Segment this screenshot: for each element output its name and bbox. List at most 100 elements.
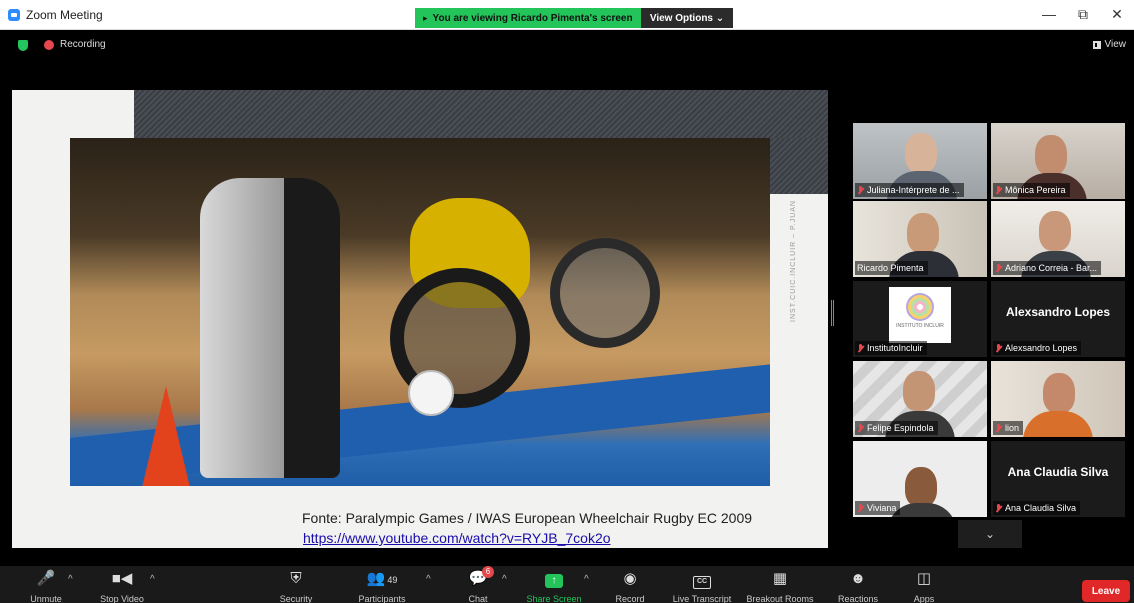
security-label: Security: [279, 594, 313, 603]
participant-display-name: Ana Claudia Silva: [1007, 465, 1109, 479]
share-screen-icon: ↑: [514, 570, 594, 588]
participant-name-tag: Adriano Correia - Bar...: [993, 261, 1102, 275]
view-button[interactable]: View: [1092, 39, 1126, 50]
closed-caption-icon: CC: [662, 570, 742, 589]
leave-button[interactable]: Leave: [1082, 580, 1130, 602]
participant-name-tag: lion: [993, 421, 1024, 435]
viewing-banner-text: You are viewing Ricardo Pimenta's screen: [432, 12, 633, 24]
meeting-toolbar: 🎤 Unmute ^ ■◀ Stop Video ^ ⛨ Security 👥 4…: [0, 566, 1134, 603]
mic-muted-icon: [995, 343, 1002, 353]
close-button[interactable]: ✕: [1108, 6, 1126, 23]
mic-muted-icon: [857, 423, 864, 433]
participant-tile[interactable]: Alexsandro Lopes Alexsandro Lopes: [991, 281, 1125, 357]
view-options-button[interactable]: View Options ⌄: [641, 8, 733, 28]
participant-name: Mônica Pereira: [1005, 185, 1066, 195]
encryption-shield-icon[interactable]: [18, 40, 28, 51]
wheelchair-rugby-photo: [70, 138, 770, 486]
share-caret-icon[interactable]: ^: [584, 574, 589, 585]
participant-tile[interactable]: lion: [991, 361, 1125, 437]
participant-name: Felipe Espindola: [867, 423, 934, 433]
mic-muted-icon: [857, 503, 864, 513]
share-screen-label: Share Screen: [526, 594, 582, 603]
mic-muted-icon: 🎤: [36, 570, 56, 587]
share-screen-button[interactable]: ↑ Share Screen: [514, 570, 594, 603]
chat-caret-icon[interactable]: ^: [502, 574, 507, 585]
wheelchair-right: [550, 238, 660, 348]
record-button[interactable]: ◉ Record: [590, 570, 670, 603]
participant-name-tag: Juliana-Intérprete de ...: [855, 183, 964, 197]
security-button[interactable]: ⛨ Security: [256, 570, 336, 603]
participant-name-tag: Mônica Pereira: [993, 183, 1070, 197]
apps-icon: ◫: [916, 570, 932, 587]
window-title: Zoom Meeting: [26, 8, 103, 22]
participant-face: [1043, 373, 1075, 413]
participant-name-tag: Ana Claudia Silva: [993, 501, 1081, 515]
breakout-rooms-button[interactable]: ▦ Breakout Rooms: [740, 570, 820, 603]
participant-tile[interactable]: Ana Claudia Silva Ana Claudia Silva: [991, 441, 1125, 517]
apps-label: Apps: [913, 594, 935, 603]
slide-caption: Fonte: Paralympic Games / IWAS European …: [302, 510, 753, 526]
participant-tile[interactable]: Juliana-Intérprete de ...: [853, 123, 987, 199]
participants-caret-icon[interactable]: ^: [426, 574, 431, 585]
participant-name: Ricardo Pimenta: [857, 263, 924, 273]
shield-icon: ⛨: [290, 570, 302, 587]
video-options-caret-icon[interactable]: ^: [150, 574, 155, 585]
referee-figure: [200, 178, 340, 478]
participant-tile[interactable]: Viviana: [853, 441, 987, 517]
participant-tile[interactable]: Adriano Correia - Bar...: [991, 201, 1125, 277]
mic-muted-icon: [857, 185, 864, 195]
gallery-next-page-button[interactable]: ⌄: [958, 520, 1022, 548]
unmute-button[interactable]: 🎤 Unmute: [6, 570, 86, 603]
restore-button[interactable]: ⧉: [1074, 6, 1092, 23]
shared-screen[interactable]: INST.CUIC.INCLUIR – P.JUAN Fonte: Paraly…: [12, 90, 828, 548]
participant-name: Juliana-Intérprete de ...: [867, 185, 960, 195]
logo-text: INSTITUTO INCLUIR: [896, 323, 944, 329]
participant-face: [1035, 135, 1067, 175]
zoom-logo-icon: [8, 9, 20, 21]
recording-icon: [44, 40, 54, 50]
participant-face: [1039, 211, 1071, 251]
recording-label[interactable]: Recording: [60, 39, 106, 50]
live-transcript-label: Live Transcript: [672, 594, 732, 603]
record-icon: ◉: [623, 570, 637, 587]
participant-name-tag: Felipe Espindola: [855, 421, 938, 435]
participant-face: [903, 371, 935, 411]
participant-name-tag: InstitutoIncluir: [855, 341, 927, 355]
slide-side-text: INST.CUIC.INCLUIR – P.JUAN: [790, 200, 797, 322]
participant-tile[interactable]: Felipe Espindola: [853, 361, 987, 437]
participant-tile[interactable]: INSTITUTO INCLUIR InstitutoIncluir: [853, 281, 987, 357]
mic-muted-icon: [995, 263, 1002, 273]
mic-muted-icon: [857, 343, 864, 353]
participant-tile-active-speaker[interactable]: Ricardo Pimenta: [853, 201, 987, 277]
participant-tile[interactable]: Mônica Pereira: [991, 123, 1125, 199]
record-label: Record: [615, 594, 645, 603]
mic-muted-icon: [995, 185, 1002, 195]
participants-button[interactable]: 👥 49 Participants: [342, 570, 422, 603]
slide-link[interactable]: https://www.youtube.com/watch?v=RYJB_7co…: [303, 530, 611, 546]
split-resize-handle[interactable]: [831, 300, 834, 326]
minimize-button[interactable]: —: [1040, 6, 1058, 22]
meeting-status-row: Recording View: [0, 31, 1134, 57]
participant-name: Alexsandro Lopes: [1005, 343, 1078, 353]
live-transcript-button[interactable]: CC Live Transcript: [662, 570, 742, 603]
rugby-ball: [408, 370, 454, 416]
screen-overlay-pattern: [134, 90, 828, 138]
audio-options-caret-icon[interactable]: ^: [68, 574, 73, 585]
participant-face: [905, 467, 937, 507]
participants-count: 49: [387, 575, 398, 585]
participant-name-tag: Ricardo Pimenta: [855, 261, 928, 275]
participant-name: InstitutoIncluir: [867, 343, 923, 353]
participant-name-tag: Viviana: [855, 501, 901, 515]
title-bar: Zoom Meeting ▸ You are viewing Ricardo P…: [0, 0, 1134, 30]
view-grid-icon: [1092, 40, 1101, 49]
mic-muted-icon: [995, 423, 1002, 433]
speaker-icon: ▸: [423, 12, 428, 23]
participant-name: Ana Claudia Silva: [1005, 503, 1077, 513]
apps-button[interactable]: ◫ Apps: [884, 570, 964, 603]
mic-muted-icon: [995, 503, 1002, 513]
unmute-label: Unmute: [30, 594, 62, 603]
participant-name: Viviana: [867, 503, 897, 513]
viewing-screen-banner: ▸ You are viewing Ricardo Pimenta's scre…: [415, 8, 641, 28]
participants-label: Participants: [358, 594, 406, 603]
participants-icon: 👥 49: [366, 570, 398, 587]
